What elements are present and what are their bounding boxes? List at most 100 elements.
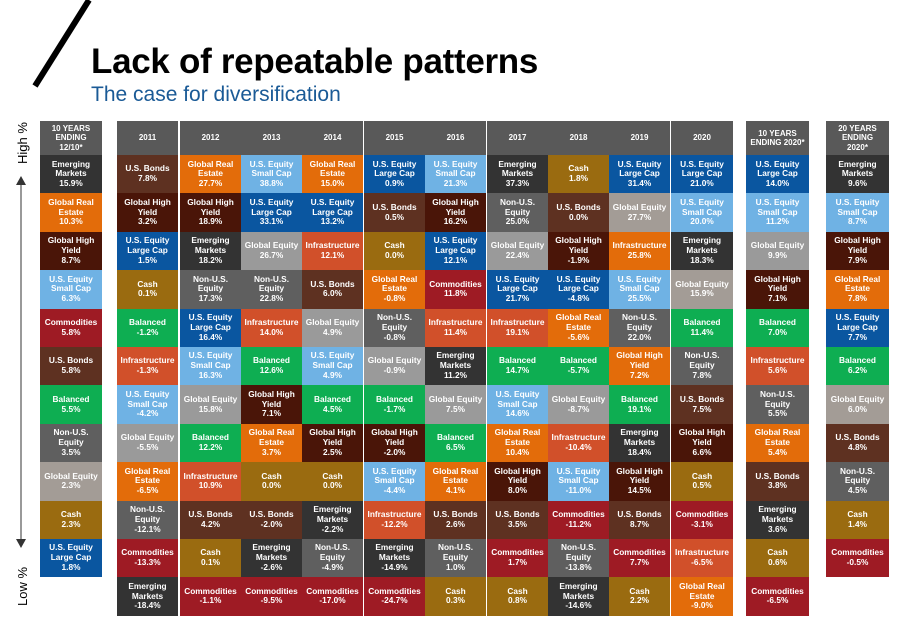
asset-cell: Emerging Markets 3.6%: [746, 500, 809, 539]
asset-cell: Infrastructure -10.4%: [548, 423, 609, 463]
asset-return: 7.7%: [848, 331, 867, 342]
column-2016: 2016 U.S. Equity Small Cap 21.3% Global High…: [425, 121, 486, 616]
asset-cell: Global Real Estate 4.1%: [425, 462, 486, 501]
asset-cell: Global High Yield 6.6%: [671, 423, 733, 463]
asset-cell: Non-U.S. Equity -4.9%: [302, 538, 363, 578]
asset-return: 7.5%: [692, 403, 712, 414]
asset-return: -0.8%: [383, 331, 406, 342]
asset-return: 0.8%: [508, 595, 527, 606]
asset-cell: Infrastructure -6.5%: [671, 538, 733, 578]
asset-cell: Global Real Estate 27.7%: [180, 155, 241, 194]
asset-return: 11.8%: [443, 288, 468, 299]
asset-cell: Global Equity 15.9%: [671, 270, 733, 309]
asset-return: 9.6%: [848, 178, 867, 189]
asset-cell: Cash 0.8%: [487, 577, 548, 616]
asset-return: 22.0%: [627, 331, 652, 342]
asset-cell: Cash 1.4%: [826, 500, 889, 539]
asset-cell: Global Real Estate -5.6%: [548, 308, 609, 347]
asset-cell: Global Equity 6.0%: [826, 385, 889, 424]
asset-return: 2.3%: [61, 518, 81, 529]
asset-return: 5.5%: [61, 403, 81, 414]
asset-cell: Global High Yield 7.1%: [241, 385, 302, 424]
asset-return: 2.2%: [630, 595, 649, 606]
ranking-axis-arrow: [16, 176, 26, 548]
asset-return: 12.1%: [443, 254, 468, 265]
asset-return: -1.1%: [199, 595, 222, 606]
asset-cell: Emerging Markets 9.6%: [826, 155, 889, 194]
asset-return: 1.8%: [61, 561, 81, 572]
asset-cell: U.S. Bonds 0.5%: [364, 193, 425, 232]
asset-cell: Global High Yield 16.2%: [425, 193, 486, 232]
column-header: 2015: [364, 121, 425, 155]
asset-return: -11.0%: [565, 485, 592, 496]
asset-return: -0.5%: [846, 557, 869, 568]
asset-cell: Commodities -0.5%: [826, 538, 889, 578]
asset-return: 0.6%: [768, 557, 787, 568]
axis-low-label: Low %: [15, 566, 30, 606]
asset-return: 7.8%: [138, 173, 157, 184]
asset-cell: Non-U.S. Equity 22.0%: [609, 308, 670, 347]
asset-cell: Global Real Estate -6.5%: [117, 462, 178, 501]
asset-return: 8.7%: [630, 518, 649, 529]
asset-return: 14.0%: [259, 326, 284, 337]
asset-return: 12.1%: [320, 249, 345, 260]
asset-cell: U.S. Equity Large Cap 1.5%: [117, 231, 178, 271]
asset-cell: Global High Yield 8.0%: [487, 462, 548, 501]
asset-cell: Commodities 7.7%: [609, 538, 670, 578]
asset-cell: Global Real Estate 10.4%: [487, 423, 548, 463]
column-header: 2013: [241, 121, 302, 155]
asset-return: 11.2%: [765, 216, 790, 227]
asset-cell: Non-U.S. Equity 22.8%: [241, 270, 302, 309]
asset-return: 3.5%: [508, 518, 527, 529]
asset-return: 4.8%: [848, 441, 867, 452]
asset-cell: U.S. Equity Large Cap 0.9%: [364, 155, 425, 194]
asset-return: 6.0%: [323, 288, 342, 299]
asset-return: 20.0%: [690, 216, 714, 227]
asset-return: 7.8%: [692, 370, 712, 381]
column-header: 2020: [671, 121, 733, 155]
asset-cell: Balanced 14.7%: [487, 346, 548, 386]
asset-cell: Non-U.S. Equity 17.3%: [180, 270, 241, 309]
asset-return: -14.9%: [381, 561, 408, 572]
asset-return: 0.3%: [446, 595, 465, 606]
column-2015: 2015 U.S. Equity Large Cap 0.9% U.S. Bonds 0.…: [364, 121, 425, 616]
asset-cell: Emerging Markets 18.2%: [180, 231, 241, 271]
asset-cell: Emerging Markets 15.9%: [40, 155, 102, 194]
asset-return: 27.7%: [627, 211, 652, 222]
asset-return: -4.2%: [136, 408, 159, 419]
asset-cell: Global High Yield 7.9%: [826, 231, 889, 271]
asset-return: -18.4%: [134, 600, 161, 611]
asset-return: 4.2%: [201, 518, 220, 529]
asset-cell: Infrastructure 25.8%: [609, 231, 670, 271]
asset-cell: Balanced 11.4%: [671, 308, 733, 347]
asset-cell: Global Real Estate 7.8%: [826, 270, 889, 309]
asset-cell: U.S. Bonds -2.0%: [241, 500, 302, 539]
asset-return: 14.5%: [627, 485, 652, 496]
asset-return: 7.5%: [446, 403, 465, 414]
asset-return: -0.8%: [383, 293, 406, 304]
asset-cell: Global Equity 15.8%: [180, 385, 241, 424]
asset-return: -11.2%: [565, 518, 592, 529]
asset-return: 3.5%: [61, 446, 81, 457]
asset-cell: Global Real Estate 15.0%: [302, 155, 363, 194]
asset-cell: U.S. Equity Small Cap 38.8%: [241, 155, 302, 194]
column-header: 10 YEARS ENDING 2020*: [746, 121, 809, 155]
asset-return: 18.2%: [198, 254, 223, 265]
asset-return: -9.0%: [691, 600, 713, 611]
asset-return: -12.2%: [381, 518, 408, 529]
asset-cell: Global Equity 4.9%: [302, 308, 363, 347]
asset-cell: Cash 0.1%: [117, 270, 178, 309]
asset-cell: Balanced 4.5%: [302, 385, 363, 424]
asset-return: 10.3%: [59, 216, 83, 227]
asset-return: -24.7%: [381, 595, 408, 606]
asset-cell: Global Equity 9.9%: [746, 231, 809, 271]
asset-cell: Balanced 12.6%: [241, 346, 302, 386]
column-header: 2016: [425, 121, 486, 155]
asset-return: 7.0%: [768, 326, 787, 337]
asset-cell: Emerging Markets 37.3%: [487, 155, 548, 194]
asset-return: 0.5%: [692, 480, 712, 491]
asset-return: -8.7%: [567, 403, 590, 414]
column-2013: 2013 U.S. Equity Small Cap 38.8% U.S. Equity…: [241, 121, 302, 616]
asset-return: 2.3%: [61, 480, 81, 491]
asset-cell: Global Equity 26.7%: [241, 231, 302, 271]
